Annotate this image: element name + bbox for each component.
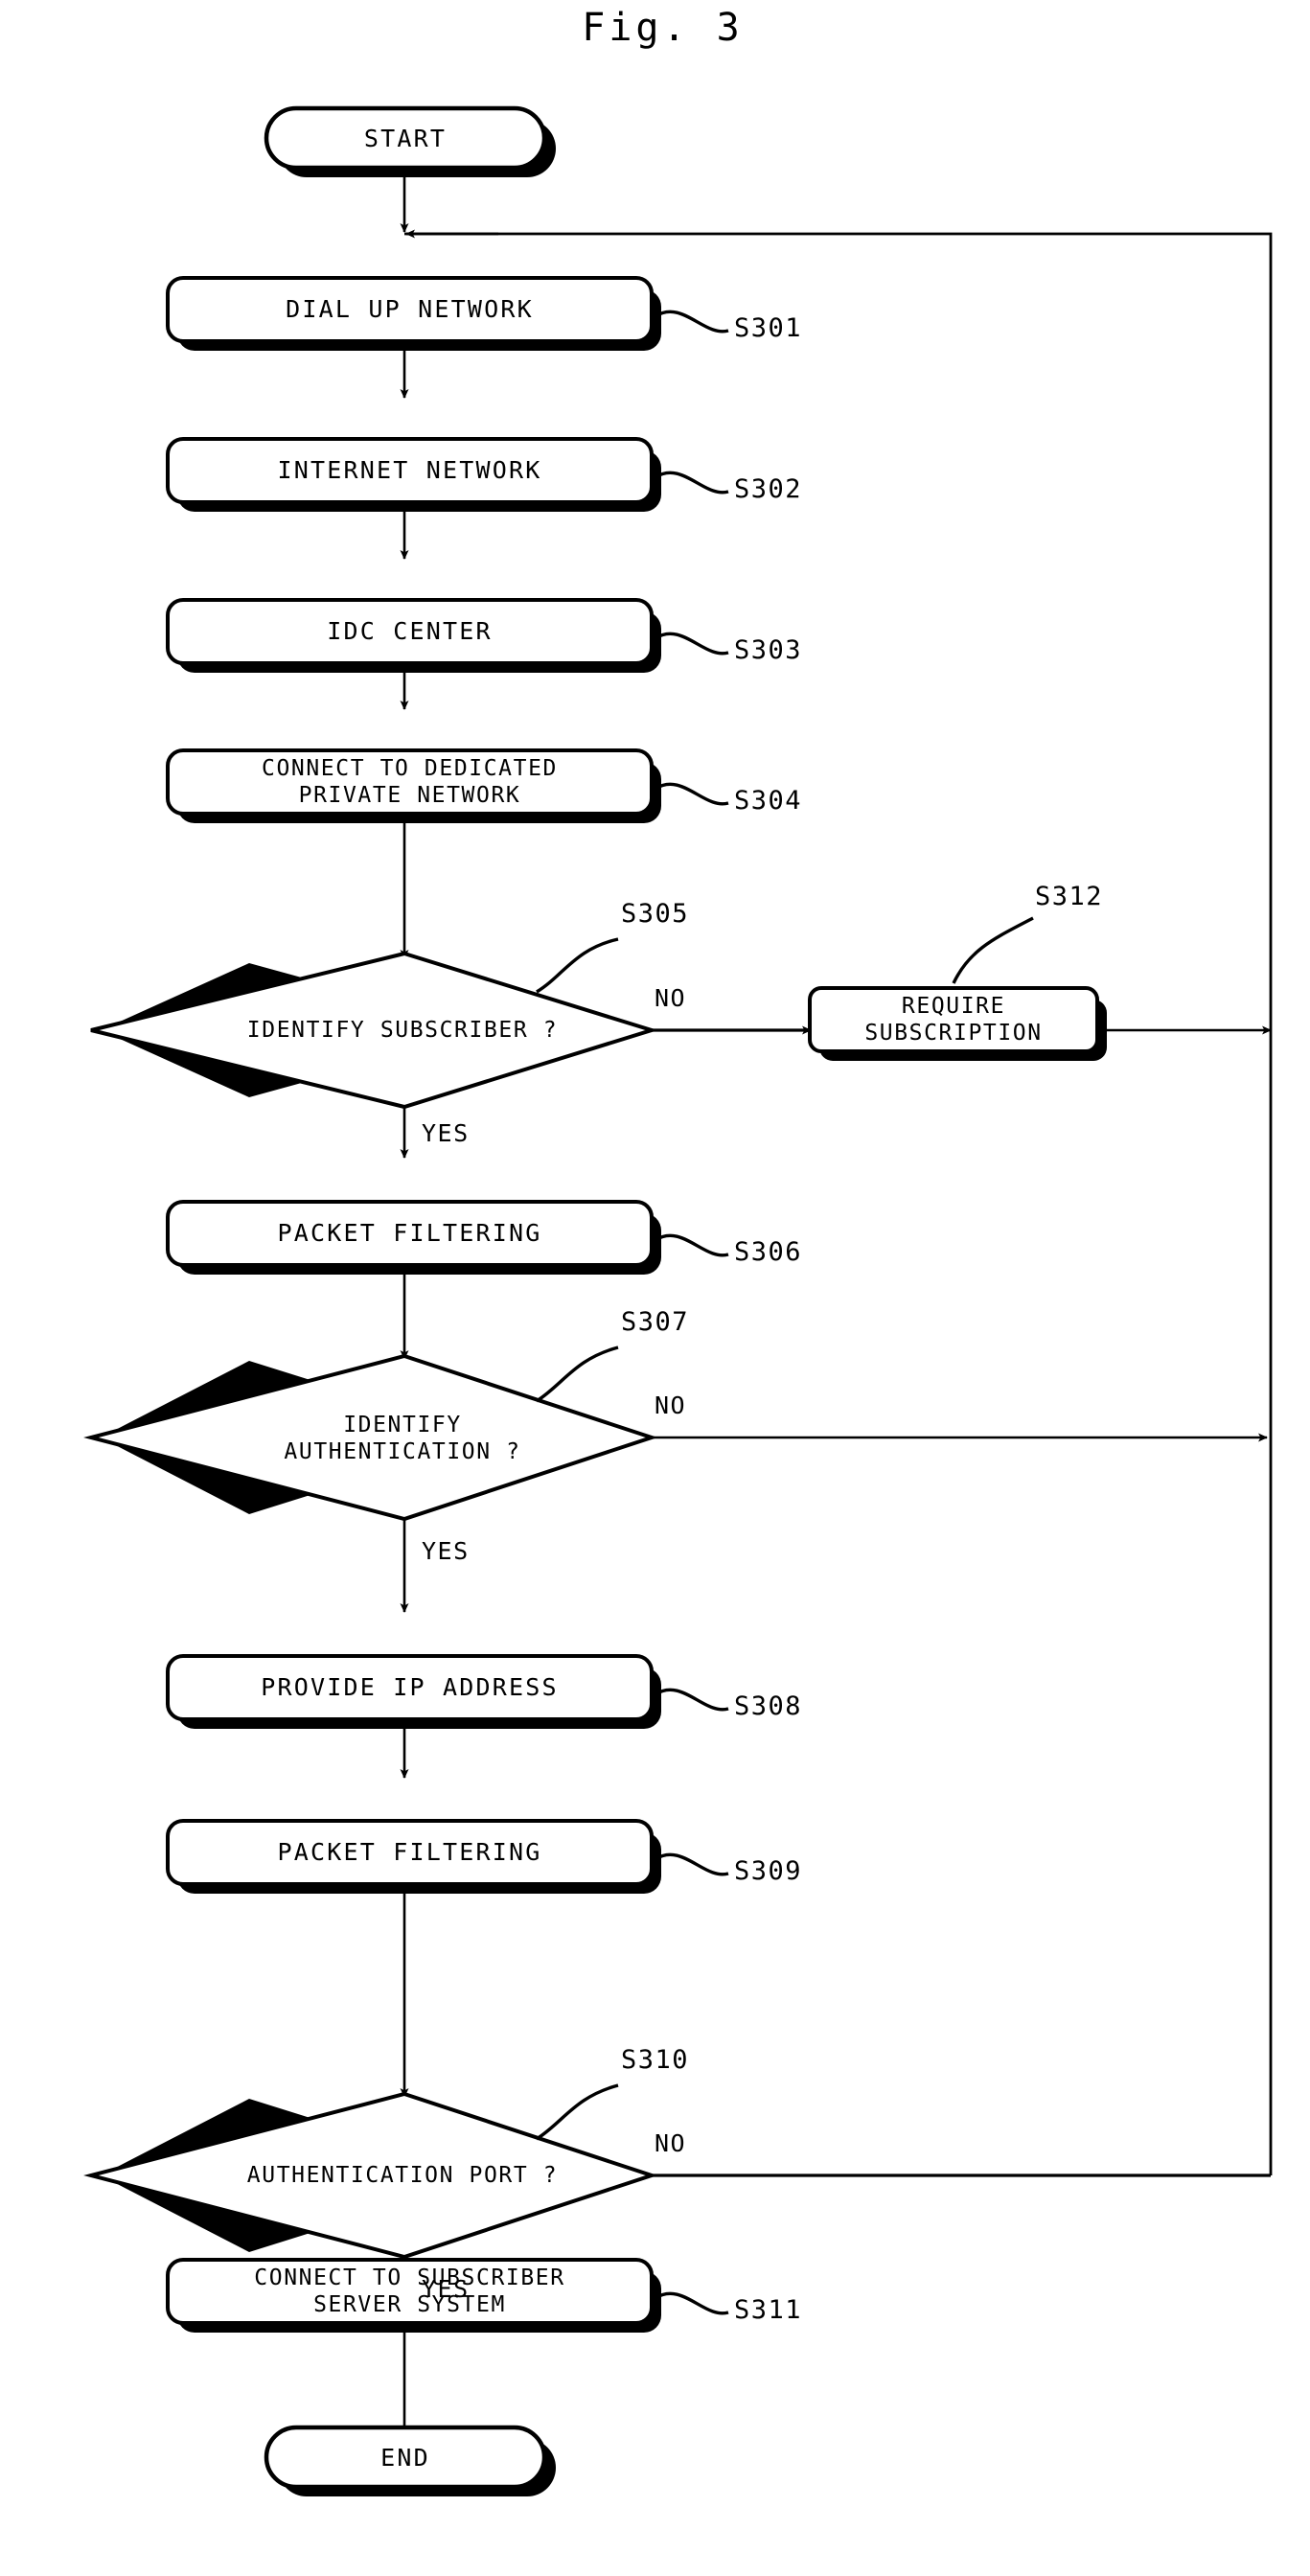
node-s302 (166, 437, 654, 504)
node-s309 (166, 1819, 654, 1886)
step-ref-s304: S304 (734, 786, 803, 816)
step-ref-s301: S301 (734, 313, 803, 343)
branch-label-s307-no: NO (655, 1392, 687, 1419)
node-s312 (808, 986, 1099, 1053)
node-s305 (90, 951, 658, 1110)
step-ref-s311: S311 (734, 2295, 803, 2325)
node-s307 (83, 1353, 658, 1522)
step-ref-s302: S302 (734, 474, 803, 504)
flowchart-canvas (83, 105, 1273, 2496)
branch-label-s307-yes: YES (422, 1537, 470, 1565)
branch-label-s310-no: NO (655, 2129, 687, 2157)
step-ref-s306: S306 (734, 1237, 803, 1267)
node-end (264, 2425, 547, 2490)
node-s310 (83, 2091, 658, 2260)
node-s301 (166, 276, 654, 343)
step-ref-s305: S305 (621, 899, 690, 929)
branch-label-s305-no: NO (655, 984, 687, 1012)
node-s311 (166, 2258, 654, 2325)
step-ref-s309: S309 (734, 1856, 803, 1886)
step-ref-s310: S310 (621, 2045, 690, 2075)
step-ref-s303: S303 (734, 635, 803, 665)
node-s306 (166, 1200, 654, 1267)
figure-root: Fig. 3 START DIAL UP NETWORK INTERNET NE… (0, 0, 1310, 2576)
step-ref-s307: S307 (621, 1307, 690, 1337)
node-s308 (166, 1654, 654, 1721)
step-ref-s312: S312 (1035, 882, 1104, 911)
flow-connectors (400, 175, 1273, 2435)
step-ref-s308: S308 (734, 1691, 803, 1721)
branch-label-s305-yes: YES (422, 1119, 470, 1147)
node-s304 (166, 748, 654, 816)
branch-label-s310-yes: YES (422, 2275, 470, 2303)
node-s303 (166, 598, 654, 665)
node-start (264, 105, 547, 171)
